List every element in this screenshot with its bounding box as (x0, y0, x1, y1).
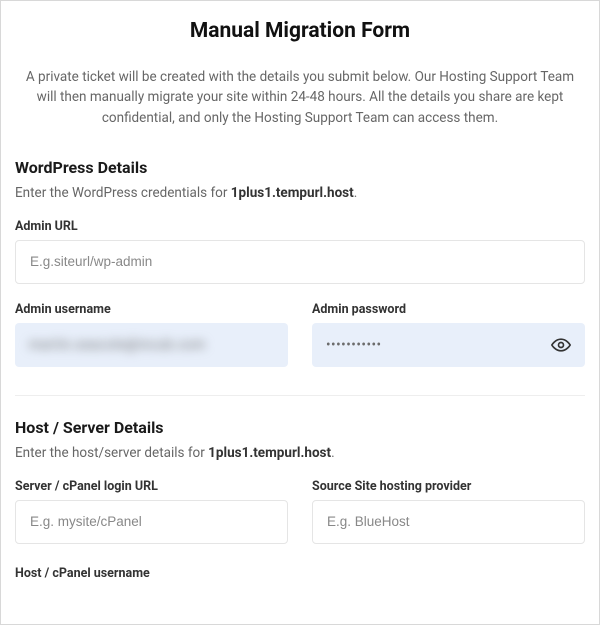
admin-username-label: Admin username (15, 302, 288, 317)
wordpress-details-heading: WordPress Details (15, 158, 585, 177)
hosting-provider-input[interactable] (312, 500, 585, 544)
host-details-heading: Host / Server Details (15, 418, 585, 437)
admin-url-input[interactable] (15, 240, 585, 284)
admin-url-label: Admin URL (15, 219, 585, 234)
hosting-provider-label: Source Site hosting provider (312, 479, 585, 494)
eye-icon[interactable] (551, 335, 571, 355)
admin-password-label: Admin password (312, 302, 585, 317)
page-title: Manual Migration Form (15, 19, 585, 43)
intro-text: A private ticket will be created with th… (15, 67, 585, 128)
admin-username-input[interactable]: martin.seacole@incub.com (15, 323, 288, 367)
wordpress-details-sub: Enter the WordPress credentials for 1plu… (15, 185, 585, 201)
host-username-label: Host / cPanel username (15, 566, 288, 581)
server-login-url-label: Server / cPanel login URL (15, 479, 288, 494)
host-details-sub: Enter the host/server details for 1plus1… (15, 445, 585, 461)
section-divider (15, 395, 585, 396)
server-login-url-input[interactable] (15, 500, 288, 544)
admin-password-input[interactable]: ••••••••••• (312, 323, 585, 367)
